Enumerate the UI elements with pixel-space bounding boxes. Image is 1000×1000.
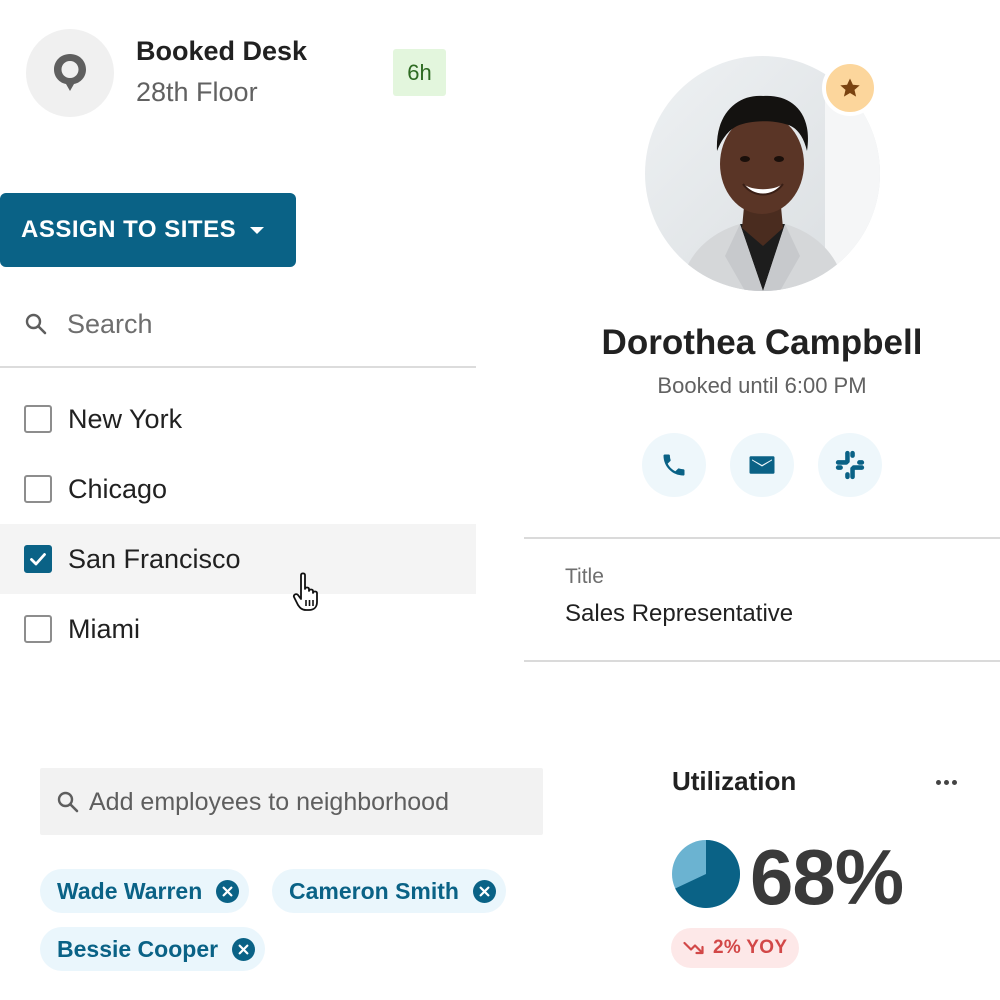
more-dot: [935, 779, 941, 785]
remove-chip-button[interactable]: [216, 879, 240, 903]
close-icon: [222, 886, 233, 896]
location-pin-icon: [54, 54, 86, 91]
utilization-title: Utilization: [672, 766, 797, 796]
search-icon: [57, 791, 79, 813]
close-icon: [479, 886, 490, 896]
trend-text: 2% YOY: [713, 937, 788, 958]
site-label: San Francisco: [68, 543, 241, 574]
title-field-label: Title: [565, 565, 604, 588]
remove-chip-button[interactable]: [472, 879, 496, 903]
trend-badge: 2% YOY: [671, 928, 800, 968]
desk-icon-circle: [26, 29, 114, 117]
title-field-value: Sales Representative: [565, 600, 794, 627]
more-dot: [943, 779, 949, 785]
slack-button[interactable]: [818, 433, 882, 497]
chip-label: Bessie Cooper: [57, 935, 219, 962]
caret-down-icon: [250, 226, 265, 234]
desk-title: Booked Desk: [136, 36, 308, 66]
site-option-chicago[interactable]: Chicago: [0, 454, 476, 524]
employee-search-input[interactable]: [89, 784, 529, 820]
site-label: Chicago: [68, 473, 168, 504]
more-dot: [951, 779, 957, 785]
trending-down-icon: [683, 941, 704, 955]
email-icon: [749, 456, 775, 474]
site-option-miami[interactable]: Miami: [0, 594, 476, 664]
site-option-san-francisco[interactable]: San Francisco: [0, 524, 476, 594]
checkbox[interactable]: [24, 475, 52, 503]
checkbox[interactable]: [24, 615, 52, 643]
call-button[interactable]: [642, 433, 706, 497]
checkmark-icon: [30, 553, 46, 566]
phone-icon: [663, 454, 685, 476]
site-search-input[interactable]: [67, 306, 447, 342]
site-search-field: [0, 288, 476, 368]
hand-pointer-cursor-icon: [292, 572, 318, 611]
divider: [524, 537, 1000, 539]
chip-label: Cameron Smith: [289, 877, 459, 904]
utilization-pie: [672, 840, 740, 908]
favorite-badge[interactable]: [822, 60, 878, 116]
checkbox-checked[interactable]: [24, 545, 52, 573]
duration-badge: 6h: [393, 49, 446, 96]
checkbox[interactable]: [24, 405, 52, 433]
employee-chip: Wade Warren: [40, 869, 250, 913]
divider: [524, 660, 1000, 662]
employee-search-field: [40, 768, 543, 835]
site-label: New York: [68, 403, 183, 434]
search-icon: [25, 313, 47, 335]
site-option-new-york[interactable]: New York: [0, 384, 476, 454]
close-icon: [238, 944, 249, 954]
employee-chip: Cameron Smith: [272, 869, 506, 913]
booking-status: Booked until 6:00 PM: [657, 373, 867, 398]
remove-chip-button[interactable]: [232, 937, 256, 961]
star-icon: [840, 78, 860, 97]
profile-name: Dorothea Campbell: [601, 323, 923, 362]
site-label: Miami: [68, 613, 140, 644]
employee-chip: Bessie Cooper: [40, 927, 266, 971]
chip-label: Wade Warren: [57, 877, 203, 904]
assign-to-sites-button[interactable]: ASSIGN TO SITES: [0, 193, 296, 267]
utilization-value: 68%: [750, 833, 904, 921]
desk-floor: 28th Floor: [136, 77, 258, 107]
slack-icon: [835, 450, 865, 480]
more-options-button[interactable]: [929, 770, 963, 794]
email-button[interactable]: [730, 433, 794, 497]
assign-button-label: ASSIGN TO SITES: [21, 216, 237, 243]
